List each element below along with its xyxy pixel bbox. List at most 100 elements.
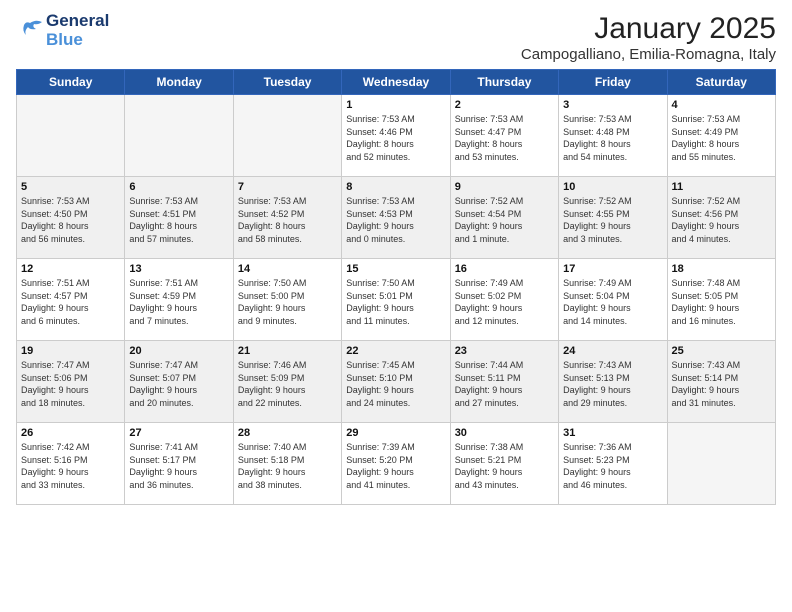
calendar-cell: 30 Sunrise: 7:38 AM Sunset: 5:21 PM Dayli… [450,423,558,505]
day-number: 27 [129,427,228,439]
calendar-cell: 31 Sunrise: 7:36 AM Sunset: 5:23 PM Dayli… [559,423,667,505]
day-info: Sunrise: 7:45 AM Sunset: 5:10 PM Dayligh… [346,359,445,409]
day-number: 20 [129,345,228,357]
day-info: Sunrise: 7:53 AM Sunset: 4:50 PM Dayligh… [21,195,120,245]
calendar-cell: 5 Sunrise: 7:53 AM Sunset: 4:50 PM Daylig… [17,177,125,259]
day-number: 13 [129,263,228,275]
calendar-cell: 6 Sunrise: 7:53 AM Sunset: 4:51 PM Daylig… [125,177,233,259]
logo-text: General Blue [46,12,109,49]
day-info: Sunrise: 7:43 AM Sunset: 5:13 PM Dayligh… [563,359,662,409]
day-info: Sunrise: 7:48 AM Sunset: 5:05 PM Dayligh… [672,277,771,327]
day-info: Sunrise: 7:43 AM Sunset: 5:14 PM Dayligh… [672,359,771,409]
day-number: 4 [672,99,771,111]
calendar-cell: 19 Sunrise: 7:47 AM Sunset: 5:06 PM Dayli… [17,341,125,423]
day-info: Sunrise: 7:36 AM Sunset: 5:23 PM Dayligh… [563,441,662,491]
day-info: Sunrise: 7:51 AM Sunset: 4:59 PM Dayligh… [129,277,228,327]
calendar-cell: 8 Sunrise: 7:53 AM Sunset: 4:53 PM Daylig… [342,177,450,259]
calendar-cell: 21 Sunrise: 7:46 AM Sunset: 5:09 PM Dayli… [233,341,341,423]
day-info: Sunrise: 7:53 AM Sunset: 4:51 PM Dayligh… [129,195,228,245]
week-row-3: 12Sunrise: 7:51 AM Sunset: 4:57 PM Dayli… [17,259,776,341]
day-info: Sunrise: 7:40 AM Sunset: 5:18 PM Dayligh… [238,441,337,491]
day-number: 19 [21,345,120,357]
weekday-header-thursday: Thursday [450,70,558,95]
calendar-cell: 16Sunrise: 7:49 AM Sunset: 5:02 PM Dayli… [450,259,558,341]
day-info: Sunrise: 7:52 AM Sunset: 4:54 PM Dayligh… [455,195,554,245]
calendar-cell: 14 Sunrise: 7:50 AM Sunset: 5:00 PM Dayli… [233,259,341,341]
day-number: 30 [455,427,554,439]
calendar-cell: 29Sunrise: 7:39 AM Sunset: 5:20 PM Dayli… [342,423,450,505]
day-number: 16 [455,263,554,275]
day-info: Sunrise: 7:39 AM Sunset: 5:20 PM Dayligh… [346,441,445,491]
day-number: 14 [238,263,337,275]
calendar-cell: 25 Sunrise: 7:43 AM Sunset: 5:14 PM Dayli… [667,341,775,423]
calendar-table: SundayMondayTuesdayWednesdayThursdayFrid… [16,69,776,505]
day-number: 21 [238,345,337,357]
weekday-header-wednesday: Wednesday [342,70,450,95]
day-number: 25 [672,345,771,357]
day-info: Sunrise: 7:46 AM Sunset: 5:09 PM Dayligh… [238,359,337,409]
day-info: Sunrise: 7:50 AM Sunset: 5:01 PM Dayligh… [346,277,445,327]
day-info: Sunrise: 7:49 AM Sunset: 5:04 PM Dayligh… [563,277,662,327]
calendar-cell: 28 Sunrise: 7:40 AM Sunset: 5:18 PM Dayli… [233,423,341,505]
day-info: Sunrise: 7:53 AM Sunset: 4:53 PM Dayligh… [346,195,445,245]
day-number: 6 [129,181,228,193]
day-info: Sunrise: 7:53 AM Sunset: 4:49 PM Dayligh… [672,113,771,163]
calendar-cell [125,95,233,177]
calendar-cell [233,95,341,177]
week-row-4: 19 Sunrise: 7:47 AM Sunset: 5:06 PM Dayli… [17,341,776,423]
day-number: 28 [238,427,337,439]
calendar-cell: 26 Sunrise: 7:42 AM Sunset: 5:16 PM Dayli… [17,423,125,505]
weekday-header-sunday: Sunday [17,70,125,95]
day-info: Sunrise: 7:38 AM Sunset: 5:21 PM Dayligh… [455,441,554,491]
day-number: 17 [563,263,662,275]
day-info: Sunrise: 7:52 AM Sunset: 4:56 PM Dayligh… [672,195,771,245]
day-number: 18 [672,263,771,275]
day-info: Sunrise: 7:42 AM Sunset: 5:16 PM Dayligh… [21,441,120,491]
calendar-cell: 13 Sunrise: 7:51 AM Sunset: 4:59 PM Dayli… [125,259,233,341]
calendar-cell: 10 Sunrise: 7:52 AM Sunset: 4:55 PM Dayli… [559,177,667,259]
day-number: 10 [563,181,662,193]
weekday-header-saturday: Saturday [667,70,775,95]
main-title: January 2025 [521,12,776,46]
calendar-cell: 27 Sunrise: 7:41 AM Sunset: 5:17 PM Dayli… [125,423,233,505]
day-number: 22 [346,345,445,357]
day-number: 12 [21,263,120,275]
calendar-cell: 22 Sunrise: 7:45 AM Sunset: 5:10 PM Dayli… [342,341,450,423]
day-number: 26 [21,427,120,439]
day-info: Sunrise: 7:47 AM Sunset: 5:06 PM Dayligh… [21,359,120,409]
calendar-cell: 24 Sunrise: 7:43 AM Sunset: 5:13 PM Dayli… [559,341,667,423]
day-info: Sunrise: 7:50 AM Sunset: 5:00 PM Dayligh… [238,277,337,327]
weekday-header-monday: Monday [125,70,233,95]
calendar-cell [667,423,775,505]
day-number: 5 [21,181,120,193]
day-number: 31 [563,427,662,439]
day-info: Sunrise: 7:41 AM Sunset: 5:17 PM Dayligh… [129,441,228,491]
day-info: Sunrise: 7:47 AM Sunset: 5:07 PM Dayligh… [129,359,228,409]
day-info: Sunrise: 7:53 AM Sunset: 4:47 PM Dayligh… [455,113,554,163]
calendar-cell: 20 Sunrise: 7:47 AM Sunset: 5:07 PM Dayli… [125,341,233,423]
calendar-cell: 7Sunrise: 7:53 AM Sunset: 4:52 PM Daylig… [233,177,341,259]
page-container: General Blue January 2025 Campogalliano,… [0,0,792,513]
logo: General Blue [16,12,109,49]
weekday-header-tuesday: Tuesday [233,70,341,95]
calendar-cell: 3 Sunrise: 7:53 AM Sunset: 4:48 PM Daylig… [559,95,667,177]
day-number: 11 [672,181,771,193]
day-number: 3 [563,99,662,111]
calendar-cell: 15Sunrise: 7:50 AM Sunset: 5:01 PM Dayli… [342,259,450,341]
day-number: 24 [563,345,662,357]
day-info: Sunrise: 7:44 AM Sunset: 5:11 PM Dayligh… [455,359,554,409]
calendar-cell: 11 Sunrise: 7:52 AM Sunset: 4:56 PM Dayli… [667,177,775,259]
day-info: Sunrise: 7:53 AM Sunset: 4:48 PM Dayligh… [563,113,662,163]
calendar-cell: 18 Sunrise: 7:48 AM Sunset: 5:05 PM Dayli… [667,259,775,341]
day-number: 23 [455,345,554,357]
calendar-cell: 17 Sunrise: 7:49 AM Sunset: 5:04 PM Dayli… [559,259,667,341]
calendar-cell: 9 Sunrise: 7:52 AM Sunset: 4:54 PM Daylig… [450,177,558,259]
day-info: Sunrise: 7:53 AM Sunset: 4:52 PM Dayligh… [238,195,337,245]
subtitle: Campogalliano, Emilia-Romagna, Italy [521,46,776,63]
week-row-5: 26 Sunrise: 7:42 AM Sunset: 5:16 PM Dayli… [17,423,776,505]
day-number: 8 [346,181,445,193]
day-info: Sunrise: 7:52 AM Sunset: 4:55 PM Dayligh… [563,195,662,245]
day-number: 9 [455,181,554,193]
day-number: 2 [455,99,554,111]
calendar-cell: 23 Sunrise: 7:44 AM Sunset: 5:11 PM Dayli… [450,341,558,423]
